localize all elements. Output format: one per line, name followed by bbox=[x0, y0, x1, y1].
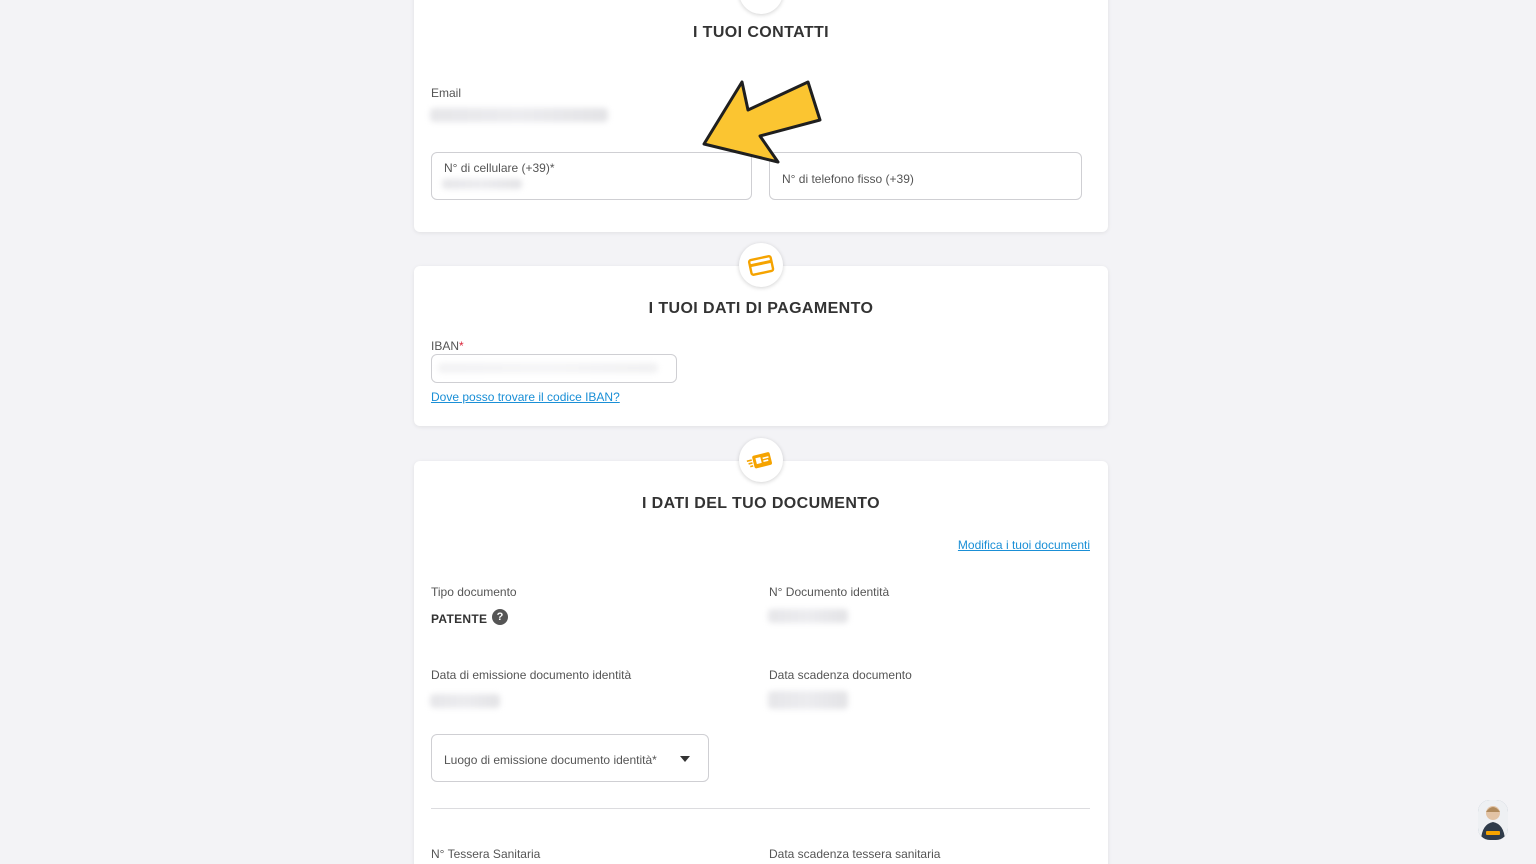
email-label: Email bbox=[431, 86, 462, 100]
health-card-expiry-label: Data scadenza tessera sanitaria bbox=[769, 847, 941, 861]
edit-documents-link[interactable]: Modifica i tuoi documenti bbox=[958, 538, 1090, 552]
issue-date-value-redacted bbox=[430, 694, 500, 708]
document-card: I DATI DEL TUO DOCUMENTO Modifica i tuoi… bbox=[414, 461, 1108, 864]
iban-help-link[interactable]: Dove posso trovare il codice IBAN? bbox=[431, 390, 620, 404]
iban-field[interactable] bbox=[431, 354, 677, 383]
issue-date-label: Data di emissione documento identità bbox=[431, 668, 632, 682]
issue-place-label: Luogo di emissione documento identità* bbox=[444, 753, 657, 767]
payment-card: I TUOI DATI DI PAGAMENTO IBAN* Dove poss… bbox=[414, 266, 1108, 426]
credit-card-icon bbox=[739, 243, 783, 287]
help-icon[interactable]: ? bbox=[492, 609, 508, 625]
doc-number-value-redacted bbox=[768, 609, 848, 623]
document-title: I DATI DEL TUO DOCUMENTO bbox=[641, 495, 881, 512]
doc-type-value: PATENTE bbox=[431, 612, 488, 626]
issue-place-select[interactable]: Luogo di emissione documento identità* bbox=[431, 734, 709, 782]
doc-type-label: Tipo documento bbox=[431, 585, 517, 599]
doc-number-label: N° Documento identità bbox=[769, 585, 890, 599]
mobile-value-redacted bbox=[442, 179, 522, 189]
id-document-icon bbox=[739, 438, 783, 482]
landline-placeholder: N° di telefono fisso (+39) bbox=[782, 172, 914, 186]
mobile-field-label: N° di cellulare (+39)* bbox=[444, 161, 555, 175]
contacts-title: I TUOI CONTATTI bbox=[692, 24, 830, 41]
section-divider bbox=[431, 808, 1090, 809]
email-value-redacted bbox=[430, 108, 608, 122]
iban-value-redacted bbox=[438, 363, 658, 373]
expiry-date-value-redacted bbox=[768, 691, 848, 709]
payment-title: I TUOI DATI DI PAGAMENTO bbox=[648, 300, 874, 317]
arrow-pointer-icon bbox=[702, 80, 822, 164]
expiry-date-label: Data scadenza documento bbox=[769, 668, 912, 682]
iban-label: IBAN* bbox=[431, 339, 464, 353]
chevron-down-icon bbox=[680, 756, 690, 762]
avatar bbox=[1478, 800, 1508, 840]
health-card-label: N° Tessera Sanitaria bbox=[431, 847, 541, 861]
